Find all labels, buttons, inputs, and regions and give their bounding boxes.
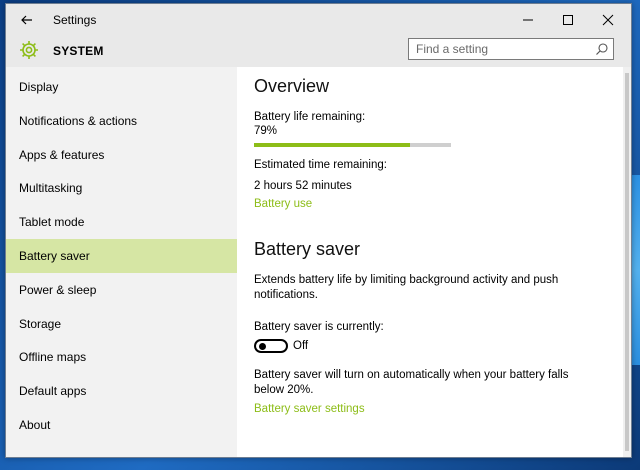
sidebar: Display Notifications & actions Apps & f… — [6, 67, 237, 457]
search-icon[interactable] — [595, 42, 609, 56]
search-placeholder: Find a setting — [416, 42, 489, 56]
toggle-knob — [259, 343, 266, 350]
battery-use-link[interactable]: Battery use — [254, 198, 312, 210]
search-input[interactable]: Find a setting — [408, 38, 614, 60]
sidebar-item-storage[interactable]: Storage — [6, 307, 237, 341]
sidebar-item-display[interactable]: Display — [6, 70, 237, 104]
maximize-icon[interactable] — [549, 4, 587, 36]
battery-progress-bar — [254, 143, 451, 147]
estimated-time-label: Estimated time remaining: — [254, 159, 387, 171]
sidebar-item-notifications[interactable]: Notifications & actions — [6, 104, 237, 138]
main-scrollbar[interactable] — [623, 67, 631, 457]
battery-saver-heading: Battery saver — [254, 239, 361, 259]
sidebar-item-default-apps[interactable]: Default apps — [6, 374, 237, 408]
sidebar-item-power-sleep[interactable]: Power & sleep — [6, 273, 237, 307]
scrollbar-thumb[interactable] — [625, 73, 629, 451]
battery-saver-description-line1: Extends battery life by limiting backgro… — [254, 274, 559, 286]
back-arrow-icon[interactable] — [19, 12, 35, 28]
battery-life-value: 79% — [254, 125, 278, 137]
battery-saver-toggle-state: Off — [293, 340, 309, 352]
battery-saver-settings-link[interactable]: Battery saver settings — [254, 403, 365, 415]
page-header: SYSTEM Find a setting — [6, 36, 631, 67]
main-content: Overview Battery life remaining: 79% Est… — [237, 67, 631, 457]
close-icon[interactable] — [589, 4, 627, 36]
battery-saver-status-label: Battery saver is currently: — [254, 321, 384, 333]
minimize-icon[interactable] — [509, 4, 547, 36]
battery-saver-auto-line2: below 20%. — [254, 384, 314, 396]
battery-progress-fill — [254, 143, 410, 147]
page-title: SYSTEM — [53, 44, 104, 58]
gear-icon — [20, 41, 38, 59]
battery-life-label: Battery life remaining: — [254, 111, 366, 123]
overview-heading: Overview — [254, 76, 330, 96]
sidebar-item-about[interactable]: About — [6, 408, 237, 442]
sidebar-item-offline-maps[interactable]: Offline maps — [6, 340, 237, 374]
sidebar-item-apps[interactable]: Apps & features — [6, 138, 237, 172]
settings-window: Settings SYSTEM Find a setting Display N… — [5, 3, 632, 458]
window-title: Settings — [53, 13, 97, 27]
sidebar-item-battery-saver[interactable]: Battery saver — [6, 239, 237, 273]
sidebar-item-multitasking[interactable]: Multitasking — [6, 171, 237, 205]
sidebar-item-tablet-mode[interactable]: Tablet mode — [6, 205, 237, 239]
battery-saver-toggle[interactable] — [254, 339, 288, 353]
battery-saver-auto-line1: Battery saver will turn on automatically… — [254, 369, 569, 381]
title-bar: Settings — [6, 4, 631, 36]
battery-saver-description-line2: notifications. — [254, 289, 318, 301]
estimated-time-value: 2 hours 52 minutes — [254, 180, 352, 192]
